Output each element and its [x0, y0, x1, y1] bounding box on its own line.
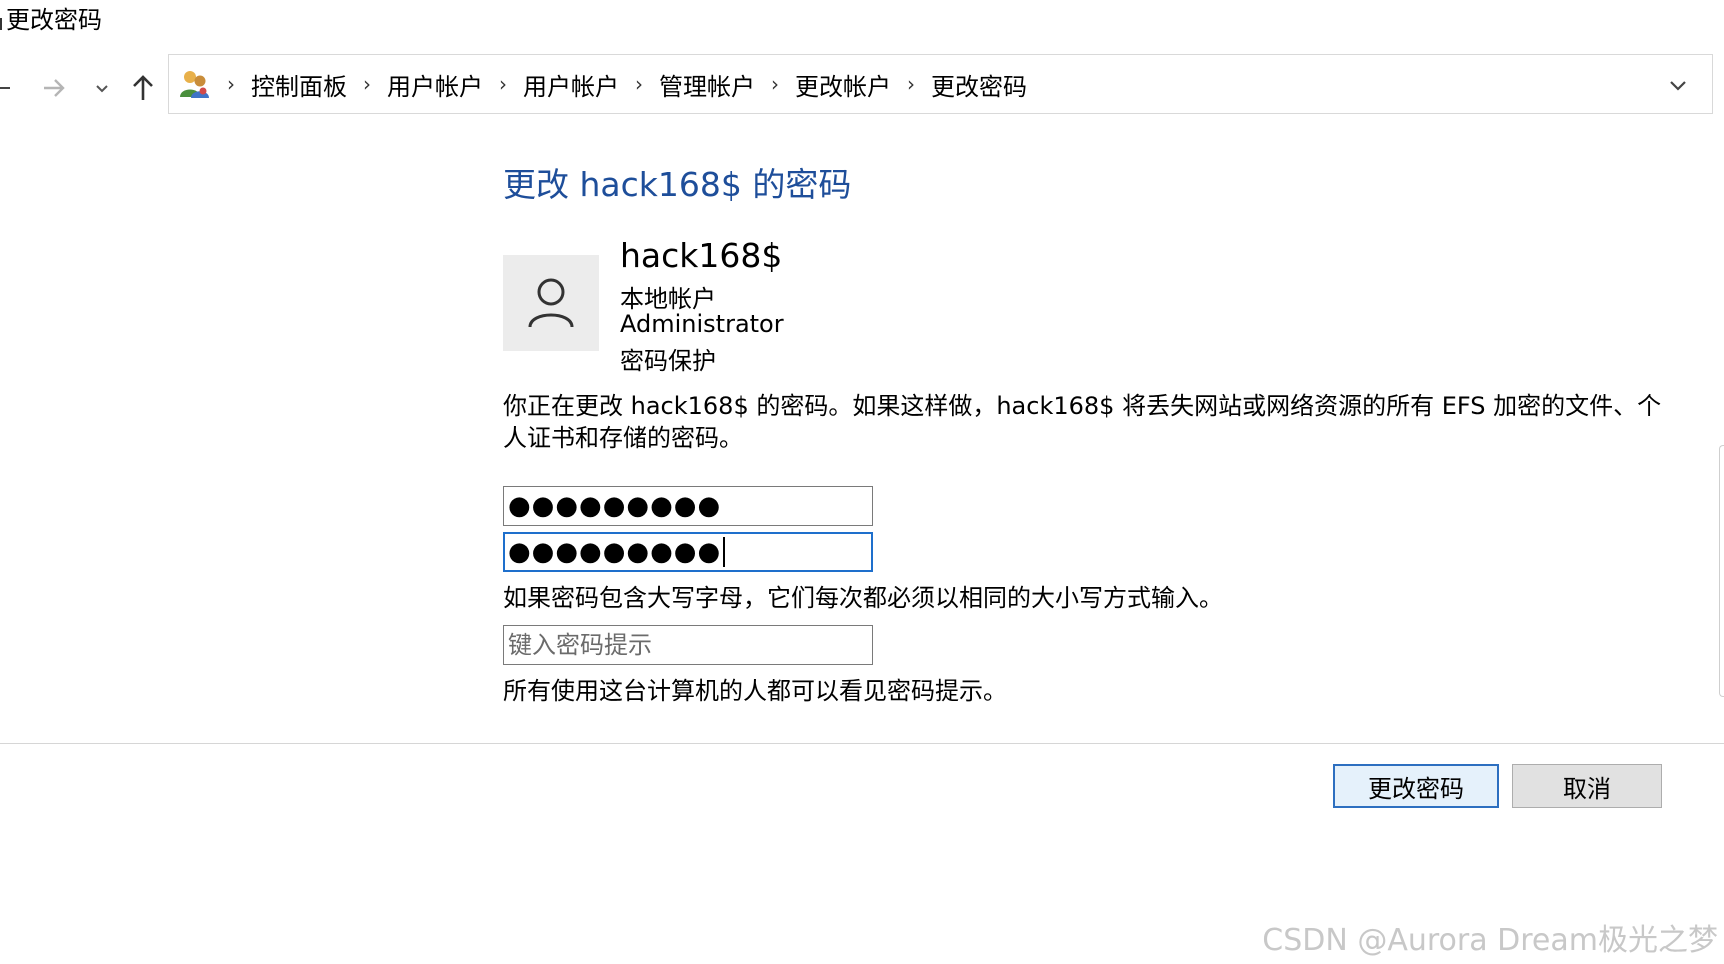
- recent-locations-button[interactable]: [84, 70, 120, 106]
- confirm-password-mask: ●●●●●●●●●: [508, 537, 722, 567]
- breadcrumb-user-accounts[interactable]: 用户帐户: [383, 67, 487, 102]
- address-bar[interactable]: › 控制面板 › 用户帐户 › 用户帐户 › 管理帐户 › 更改帐户 › 更改密…: [168, 54, 1713, 114]
- window-title: 更改密码: [0, 4, 102, 36]
- change-password-button[interactable]: 更改密码: [1333, 764, 1499, 808]
- new-password-mask: ●●●●●●●●●: [508, 491, 722, 521]
- user-icon: [528, 278, 574, 328]
- breadcrumb-separator: ›: [363, 72, 371, 96]
- password-hint-input[interactable]: [503, 625, 873, 665]
- breadcrumb-separator: ›: [499, 72, 507, 96]
- password-protection-status: 密码保护: [620, 347, 716, 375]
- breadcrumb-control-panel[interactable]: 控制面板: [247, 67, 351, 102]
- chevron-down-icon: [1670, 81, 1686, 91]
- breadcrumb-separator: ›: [771, 72, 779, 96]
- chevron-down-icon: [96, 85, 108, 93]
- up-arrow-icon: [133, 75, 153, 100]
- up-button[interactable]: [125, 70, 161, 106]
- user-accounts-icon: [175, 64, 215, 104]
- cancel-button[interactable]: 取消: [1512, 764, 1662, 808]
- page-title: 更改 hack168$ 的密码: [503, 165, 852, 204]
- breadcrumb-separator: ›: [907, 72, 915, 96]
- case-sensitivity-note: 如果密码包含大写字母，它们每次都必须以相同的大小写方式输入。: [503, 584, 1223, 612]
- breadcrumb-user-accounts-2[interactable]: 用户帐户: [519, 67, 623, 102]
- new-password-field[interactable]: ●●●●●●●●●: [503, 486, 873, 526]
- breadcrumb-change-password[interactable]: 更改密码: [927, 67, 1031, 102]
- text-caret: [723, 537, 726, 567]
- account-type: 本地帐户: [620, 285, 716, 313]
- footer-divider: [0, 743, 1724, 744]
- forward-button[interactable]: [36, 70, 72, 106]
- back-arrow-icon: [0, 87, 10, 89]
- scrollbar[interactable]: [1719, 445, 1724, 697]
- window-title-text: 更改密码: [6, 6, 102, 34]
- warning-description: 你正在更改 hack168$ 的密码。如果这样做，hack168$ 将丢失网站或…: [503, 392, 1662, 452]
- address-history-dropdown[interactable]: [1658, 65, 1698, 105]
- back-button[interactable]: [0, 70, 28, 106]
- breadcrumb-separator: ›: [227, 72, 235, 96]
- breadcrumb-manage-accounts[interactable]: 管理帐户: [655, 67, 759, 102]
- account-group: Administrator: [620, 310, 784, 338]
- user-name: hack168$: [620, 236, 783, 275]
- breadcrumb-change-account[interactable]: 更改帐户: [791, 67, 895, 102]
- window-edge-mark: [0, 18, 2, 30]
- avatar: [503, 255, 599, 351]
- confirm-password-field[interactable]: ●●●●●●●●●: [503, 532, 873, 572]
- breadcrumb-separator: ›: [635, 72, 643, 96]
- password-hint-note: 所有使用这台计算机的人都可以看见密码提示。: [503, 677, 1007, 705]
- forward-arrow-icon: [44, 79, 65, 97]
- watermark: CSDN @Aurora Dream极光之梦: [1262, 923, 1718, 958]
